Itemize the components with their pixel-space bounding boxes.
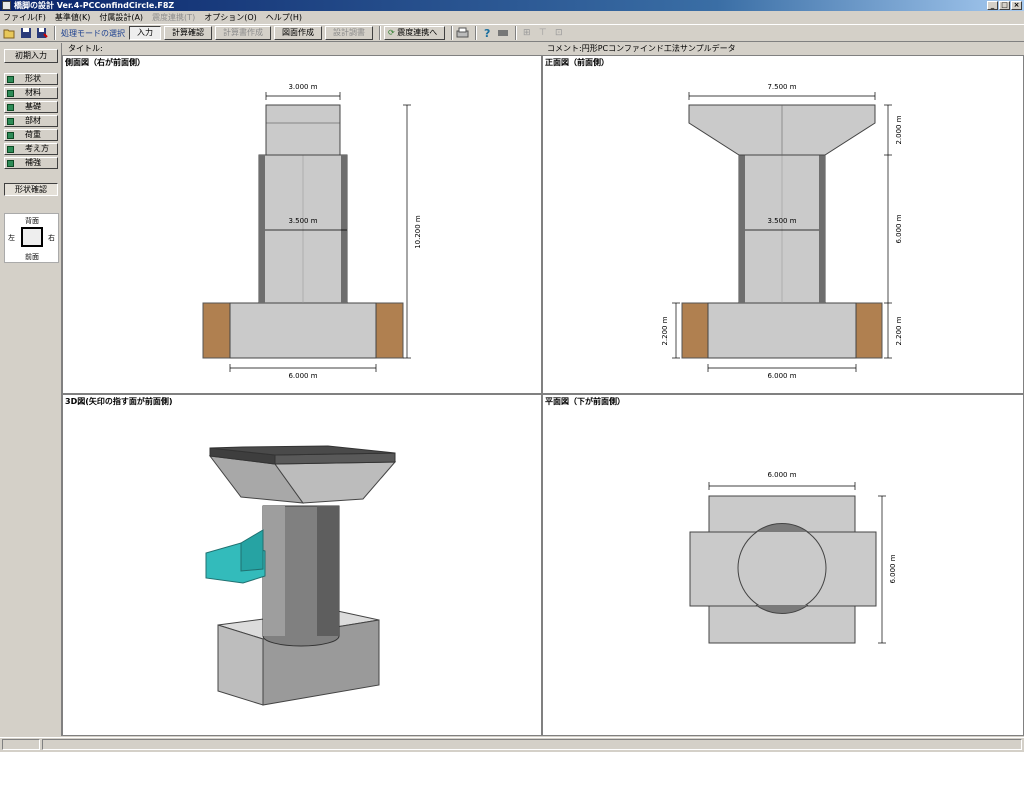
toolbar-separator bbox=[515, 26, 518, 40]
close-button[interactable]: × bbox=[1011, 1, 1022, 10]
app-window: 橋脚の設計 Ver.4-PCConfindCircle.F8Z _ □ × ファ… bbox=[0, 0, 1024, 752]
seismic-link-label: 震度連携へ bbox=[397, 28, 438, 37]
calc-report-button[interactable]: 計算書作成 bbox=[215, 26, 271, 40]
menu-standard[interactable]: 基準値(K) bbox=[55, 12, 91, 23]
front-view-pane[interactable]: 正面図（前面側） 7.500 m 3.500 m 2.000 m 6.000 m… bbox=[543, 56, 1023, 393]
refresh-icon: ⟳ bbox=[388, 28, 395, 37]
side-dim-height: 10.200 m bbox=[414, 215, 422, 249]
sidebar-item-foundation[interactable]: 基礎 bbox=[4, 101, 58, 113]
toolbar-separator bbox=[379, 26, 381, 40]
window-title: 橋脚の設計 Ver.4-PCConfindCircle.F8Z bbox=[14, 1, 175, 10]
drawing-canvas: 側面図（右が前面側） 3.000 m 3.500 m 10.200 m 6.00… bbox=[62, 55, 1024, 736]
front-dim-right2: 6.000 m bbox=[895, 214, 903, 243]
check-icon bbox=[7, 132, 14, 139]
comment-label: コメント:円形PCコンファインド工法サンプルデータ bbox=[547, 44, 736, 53]
toolbar-separator bbox=[54, 26, 56, 40]
design-record-button[interactable]: 設計調書 bbox=[325, 26, 373, 40]
side-dim-top: 3.000 m bbox=[288, 83, 317, 91]
check-icon bbox=[7, 160, 14, 167]
check-icon bbox=[7, 146, 14, 153]
front-dim-bottom: 6.000 m bbox=[767, 372, 796, 380]
gray-box-icon[interactable] bbox=[496, 27, 509, 40]
front-view-drawing: 7.500 m 3.500 m 2.000 m 6.000 m 2.200 m … bbox=[661, 83, 903, 380]
sidebar-item-load[interactable]: 荷重 bbox=[4, 129, 58, 141]
menu-file[interactable]: ファイル(F) bbox=[3, 12, 46, 23]
input-mode-button[interactable]: 入力 bbox=[129, 26, 161, 40]
drawing-button[interactable]: 図面作成 bbox=[274, 26, 322, 40]
check-icon bbox=[7, 76, 14, 83]
sidebar-item-approach[interactable]: 考え方 bbox=[4, 143, 58, 155]
orientation-back: 背面 bbox=[25, 217, 39, 225]
plan-dim-top: 6.000 m bbox=[767, 471, 796, 479]
save-as-icon[interactable] bbox=[35, 27, 48, 40]
front-dim-mid: 3.500 m bbox=[767, 217, 796, 225]
side-view-pane[interactable]: 側面図（右が前面側） 3.000 m 3.500 m 10.200 m 6.00… bbox=[63, 56, 541, 393]
title-bar: 橋脚の設計 Ver.4-PCConfindCircle.F8Z _ □ × bbox=[0, 0, 1024, 11]
initial-input-button[interactable]: 初期入力 bbox=[4, 49, 58, 63]
side-dim-bottom: 6.000 m bbox=[288, 372, 317, 380]
calc-check-button[interactable]: 計算確認 bbox=[164, 26, 212, 40]
check-icon bbox=[7, 118, 14, 125]
side-view-drawing: 3.000 m 3.500 m 10.200 m 6.000 m bbox=[202, 83, 422, 380]
front-dim-left: 2.200 m bbox=[661, 316, 669, 345]
maximize-button[interactable]: □ bbox=[999, 1, 1010, 10]
print-icon[interactable] bbox=[456, 27, 469, 40]
menu-bar: ファイル(F) 基準値(K) 付属設計(A) 震度連携(T) オプション(O) … bbox=[0, 11, 1024, 23]
menu-help[interactable]: ヘルプ(H) bbox=[266, 12, 302, 23]
info-bar: タイトル: コメント:円形PCコンファインド工法サンプルデータ bbox=[62, 43, 1024, 55]
tool-b-icon[interactable]: ⊤ bbox=[536, 27, 549, 40]
status-panel-2 bbox=[42, 739, 1022, 750]
toolbar-separator bbox=[475, 26, 478, 40]
check-icon bbox=[7, 104, 14, 111]
status-panel-1 bbox=[2, 739, 40, 750]
sidebar-item-member[interactable]: 部材 bbox=[4, 115, 58, 127]
iso-view-drawing bbox=[205, 445, 397, 706]
front-dim-right1: 2.000 m bbox=[895, 115, 903, 144]
menu-attached-design[interactable]: 付属設計(A) bbox=[99, 12, 143, 23]
help-icon[interactable]: ? bbox=[480, 27, 493, 40]
orientation-left: 左 bbox=[8, 234, 15, 242]
plan-view-drawing: 6.000 m 6.000 m bbox=[689, 471, 897, 644]
iso-view-pane[interactable]: 3D図(矢印の指す面が前面側) bbox=[63, 395, 541, 735]
sidebar-item-shape[interactable]: 形状 bbox=[4, 73, 58, 85]
tool-c-icon[interactable]: ⊡ bbox=[552, 27, 565, 40]
check-icon bbox=[7, 90, 14, 97]
mode-label: 処理モードの選択 bbox=[61, 28, 125, 38]
side-dim-mid: 3.500 m bbox=[288, 217, 317, 225]
menu-options[interactable]: オプション(O) bbox=[204, 12, 257, 23]
status-bar bbox=[0, 737, 1024, 750]
save-icon[interactable] bbox=[19, 27, 32, 40]
sidebar: 初期入力 形状 材料 基礎 部材 荷重 考え方 補強 形状確認 背面 左 右 前… bbox=[0, 43, 62, 736]
window-controls: _ □ × bbox=[987, 1, 1022, 10]
tool-a-icon[interactable]: ⊞ bbox=[520, 27, 533, 40]
orientation-box bbox=[21, 227, 43, 247]
seismic-link-button[interactable]: ⟳ 震度連携へ bbox=[384, 26, 446, 40]
app-icon[interactable] bbox=[2, 1, 11, 10]
tab-shape-check[interactable]: 形状確認 bbox=[4, 183, 58, 196]
svg-text:?: ? bbox=[484, 27, 490, 39]
title-label: タイトル: bbox=[68, 44, 103, 53]
plan-dim-right: 6.000 m bbox=[889, 554, 897, 583]
sidebar-item-material[interactable]: 材料 bbox=[4, 87, 58, 99]
front-dim-right3: 2.200 m bbox=[895, 316, 903, 345]
minimize-button[interactable]: _ bbox=[987, 1, 998, 10]
open-folder-icon[interactable] bbox=[3, 27, 16, 40]
toolbar: 処理モードの選択 入力 計算確認 計算書作成 図面作成 設計調書 ⟳ 震度連携へ… bbox=[0, 24, 1024, 42]
menu-seismic-link[interactable]: 震度連携(T) bbox=[152, 12, 195, 23]
orientation-indicator: 背面 左 右 前面 bbox=[4, 213, 59, 263]
front-dim-top: 7.500 m bbox=[767, 83, 796, 91]
orientation-front: 前面 bbox=[25, 253, 39, 261]
orientation-right: 右 bbox=[48, 234, 55, 242]
sidebar-item-reinforcement[interactable]: 補強 bbox=[4, 157, 58, 169]
plan-view-pane[interactable]: 平面図（下が前面側） 6.000 m 6.000 m bbox=[543, 395, 1023, 735]
toolbar-separator bbox=[451, 26, 454, 40]
